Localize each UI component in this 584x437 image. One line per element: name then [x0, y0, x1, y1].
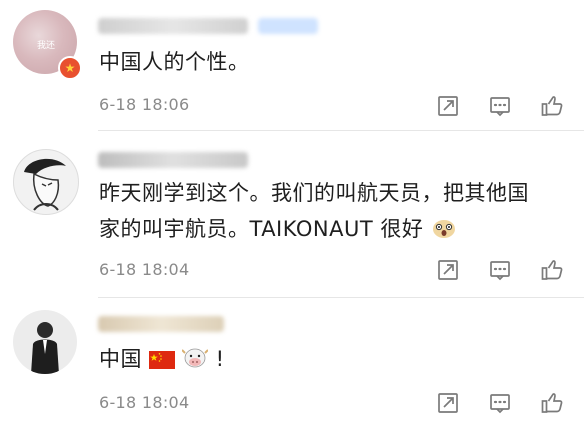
like-icon[interactable] [540, 391, 564, 415]
comment-text: 中国人的个性。 [99, 50, 250, 74]
share-icon[interactable] [436, 391, 460, 415]
share-icon[interactable] [436, 94, 460, 118]
shocked-face-emoji-icon [431, 214, 457, 238]
avatar-label: 我还 [37, 41, 56, 51]
comment-text: 中国 ! [99, 341, 224, 377]
comment-actions [436, 94, 566, 118]
comment-icon[interactable] [488, 258, 512, 282]
comment-actions [436, 391, 566, 415]
avatar[interactable] [13, 310, 77, 374]
comment-text-line-2-text: 家的叫宇航员。TAIKONAUT 很好 [99, 217, 424, 241]
share-icon[interactable] [436, 258, 460, 282]
comment-text-line-2: 家的叫宇航员。TAIKONAUT 很好 [99, 211, 457, 247]
divider [98, 297, 584, 298]
username-redacted[interactable] [98, 152, 248, 168]
cow-face-emoji-icon [181, 344, 210, 368]
comment-actions [436, 258, 566, 282]
avatar[interactable] [13, 149, 79, 215]
comment-icon[interactable] [488, 94, 512, 118]
verified-badge-icon: ★ [58, 56, 82, 80]
china-flag-icon [149, 344, 176, 369]
user-badge-redacted [258, 18, 318, 34]
comment-timestamp: 6-18 18:06 [99, 95, 190, 114]
comment-icon[interactable] [488, 391, 512, 415]
username-redacted[interactable] [98, 316, 224, 332]
comment-text-line-1: 昨天刚学到这个。我们的叫航天员，把其他国 [99, 181, 529, 205]
like-icon[interactable] [540, 94, 564, 118]
like-icon[interactable] [540, 258, 564, 282]
divider [98, 130, 584, 131]
comment-timestamp: 6-18 18:04 [99, 393, 190, 412]
comment-text-prefix: 中国 [99, 347, 142, 371]
username-redacted[interactable] [98, 18, 248, 34]
comment-timestamp: 6-18 18:04 [99, 260, 190, 279]
comment-text-suffix: ! [215, 347, 225, 371]
